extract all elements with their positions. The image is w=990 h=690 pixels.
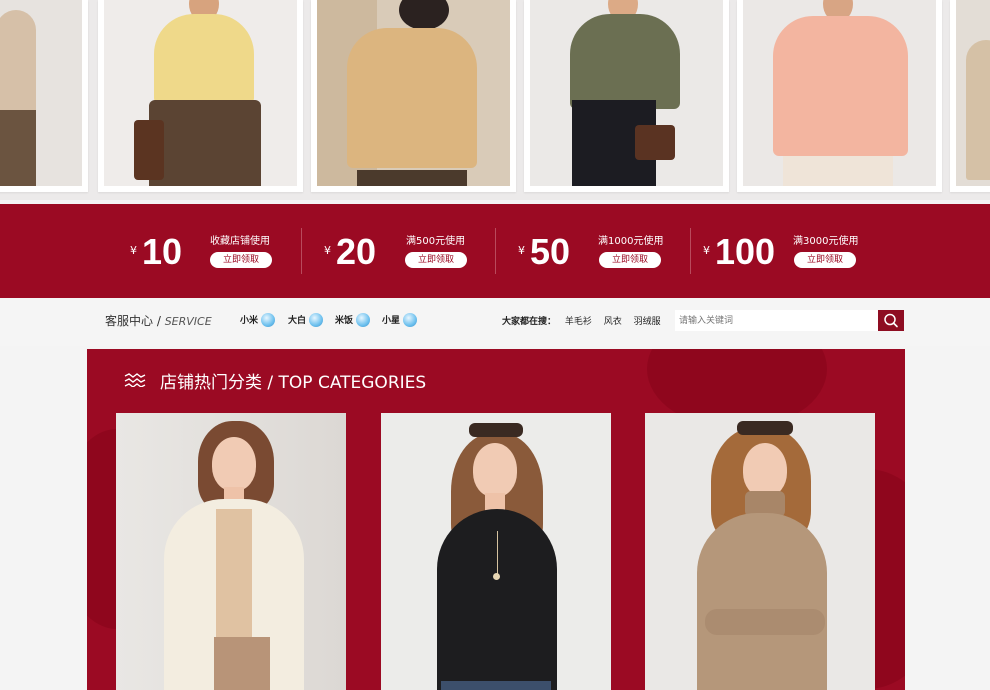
coupon-amount: 10 — [142, 231, 183, 272]
claim-coupon-button[interactable]: 立即领取 — [794, 252, 856, 268]
product-card[interactable] — [737, 0, 942, 192]
wave-icon — [124, 373, 146, 387]
claim-coupon-button[interactable]: 立即领取 — [210, 252, 272, 268]
agent-name: 小星 — [382, 316, 401, 326]
categories-title: 店铺热门分类 / TOP CATEGORIES — [160, 373, 427, 393]
agent-name: 米饭 — [335, 316, 354, 326]
currency-symbol: ¥ — [518, 244, 525, 257]
claim-coupon-button[interactable]: 立即领取 — [405, 252, 467, 268]
coupon-amount: 50 — [530, 231, 571, 272]
product-card[interactable] — [524, 0, 729, 192]
agent-name: 小米 — [240, 316, 259, 326]
hot-search-term[interactable]: 羊毛衫 — [565, 317, 592, 327]
product-card[interactable] — [0, 0, 88, 192]
product-card[interactable] — [311, 0, 516, 192]
shop-page: ¥ 10 收藏店铺使用 立即领取 ¥ 20 满500元使用 立即领取 ¥ 50 … — [0, 0, 990, 690]
coupon-condition: 满3000元使用 — [793, 236, 859, 247]
currency-symbol: ¥ — [130, 244, 137, 257]
search-icon — [884, 313, 898, 328]
chat-bubble-icon — [309, 313, 324, 327]
chat-bubble-icon — [261, 313, 276, 327]
coupon-amount: 100 — [715, 231, 776, 272]
divider — [495, 228, 496, 274]
agent-name: 大白 — [288, 316, 307, 326]
category-card[interactable] — [116, 413, 346, 690]
hot-search-term[interactable]: 风衣 — [604, 317, 622, 327]
divider — [301, 228, 302, 274]
product-card[interactable] — [98, 0, 303, 192]
product-card[interactable] — [950, 0, 990, 192]
hot-search-label: 大家都在搜： — [502, 317, 557, 327]
claim-coupon-button[interactable]: 立即领取 — [599, 252, 661, 268]
service-title-en: SERVICE — [164, 315, 212, 328]
divider — [690, 228, 691, 274]
service-agent[interactable]: 小米 — [240, 313, 276, 327]
currency-symbol: ¥ — [324, 244, 331, 257]
chat-bubble-icon — [403, 313, 418, 327]
hot-search: 大家都在搜： 羊毛衫 风衣 羽绒服 — [502, 314, 670, 327]
service-agent[interactable]: 大白 — [288, 313, 324, 327]
coupon-condition: 满1000元使用 — [598, 236, 664, 247]
service-agent[interactable]: 小星 — [382, 313, 418, 327]
service-title: 客服中心 / SERVICE — [105, 312, 212, 329]
coupon-condition: 收藏店铺使用 — [210, 236, 270, 247]
coupon-amount: 20 — [336, 231, 377, 272]
service-agent[interactable]: 米饭 — [335, 313, 371, 327]
search-button[interactable] — [878, 310, 904, 331]
category-card[interactable] — [645, 413, 875, 690]
top-categories-section: 店铺热门分类 / TOP CATEGORIES — [87, 349, 905, 690]
product-strip — [0, 0, 990, 200]
hot-search-term[interactable]: 羽绒服 — [634, 317, 661, 327]
service-title-cn: 客服中心 / — [105, 314, 161, 328]
service-bar: 客服中心 / SERVICE 小米 大白 米饭 小星 大家都在搜： 羊毛衫 风衣… — [0, 298, 990, 346]
currency-symbol: ¥ — [703, 244, 710, 257]
search-input[interactable] — [675, 310, 878, 331]
coupon-condition: 满500元使用 — [406, 236, 466, 247]
category-card[interactable] — [381, 413, 611, 690]
chat-bubble-icon — [356, 313, 371, 327]
